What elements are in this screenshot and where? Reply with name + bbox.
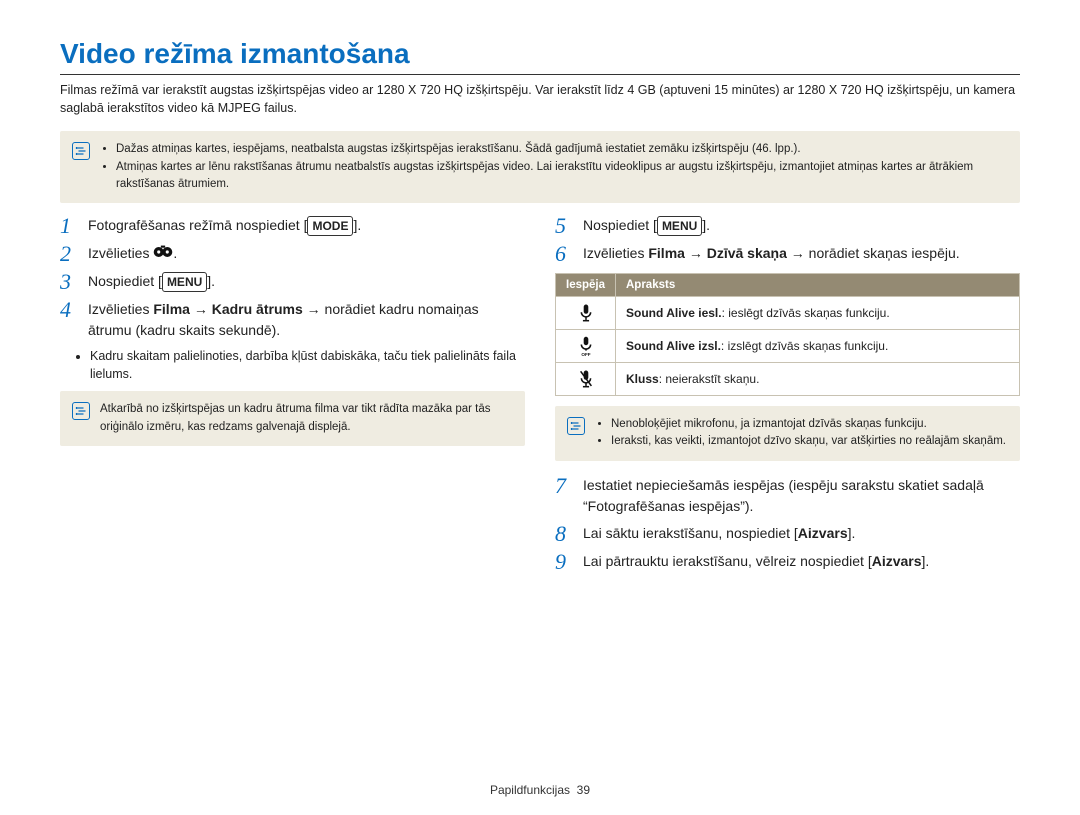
- step-text: Izvēlieties: [583, 245, 648, 261]
- step-number: 5: [555, 215, 571, 237]
- step-6: 6 Izvēlieties Filma → Dzīvā skaņa → norā…: [555, 243, 1020, 265]
- step-number: 3: [60, 271, 76, 293]
- step-text: ].: [922, 553, 930, 569]
- table-header-description: Apraksts: [616, 274, 1020, 297]
- mic-mute-icon: [578, 371, 594, 385]
- step-bold: Aizvars: [798, 525, 848, 541]
- note-item: Nenobloķējiet mikrofonu, ja izmantojat d…: [611, 416, 1006, 433]
- options-table: Iespēja Apraksts Sound Alive iesl.: iesl…: [555, 273, 1020, 396]
- step-text: Izvēlieties: [88, 301, 153, 317]
- step-text: Izvēlieties: [88, 245, 153, 261]
- step-text: →: [685, 245, 707, 261]
- option-desc: : ieslēgt dzīvās skaņas funkciju.: [722, 306, 890, 320]
- table-row: Sound Alive iesl.: ieslēgt dzīvās skaņas…: [556, 297, 1020, 330]
- step-5: 5 Nospiediet [MENU].: [555, 215, 1020, 237]
- note-box-top: Dažas atmiņas kartes, iespējams, neatbal…: [60, 131, 1020, 203]
- step-text: Nospiediet: [88, 273, 158, 289]
- step-bold: Aizvars: [872, 553, 922, 569]
- step-2: 2 Izvēlieties .: [60, 243, 525, 265]
- step-text: → norādiet skaņas iespēju.: [787, 245, 960, 261]
- video-mode-icon: [153, 244, 173, 265]
- page-footer: Papildfunkcijas 39: [0, 783, 1080, 797]
- step-number: 8: [555, 523, 571, 545]
- step-text: Fotografēšanas režīmā nospiediet: [88, 217, 304, 233]
- table-header-option: Iespēja: [556, 274, 616, 297]
- note-box-left: Atkarībā no izšķirtspējas un kadru ātrum…: [60, 391, 525, 446]
- note-text: Atkarībā no izšķirtspējas un kadru ātrum…: [100, 401, 513, 436]
- bullet-item: Kadru skaitam palielinoties, darbība kļū…: [90, 347, 525, 383]
- step-8: 8 Lai sāktu ierakstīšanu, nospiediet [Ai…: [555, 523, 1020, 545]
- note-item: Dažas atmiņas kartes, iespējams, neatbal…: [116, 141, 1008, 158]
- step-bold: Dzīvā skaņa: [707, 245, 787, 261]
- menu-button-label: MENU: [162, 272, 207, 292]
- step-number: 6: [555, 243, 571, 265]
- table-row: Kluss: neierakstīt skaņu.: [556, 363, 1020, 396]
- option-label: Sound Alive iesl.: [626, 306, 722, 320]
- table-row: OFF Sound Alive izsl.: izslēgt dzīvās sk…: [556, 330, 1020, 363]
- step-number: 2: [60, 243, 76, 265]
- option-label: Sound Alive izsl.: [626, 339, 721, 353]
- note-item: Atmiņas kartes ar lēnu rakstīšanas ātrum…: [116, 159, 1008, 194]
- note-icon: [72, 402, 90, 420]
- note-list: Nenobloķējiet mikrofonu, ja izmantojat d…: [595, 416, 1006, 451]
- step-bold: Kadru ātrums: [212, 301, 303, 317]
- step-4-bullets: Kadru skaitam palielinoties, darbība kļū…: [60, 347, 525, 383]
- intro-paragraph: Filmas režīmā var ierakstīt augstas izšķ…: [60, 81, 1020, 117]
- menu-button-label: MENU: [657, 216, 702, 236]
- step-number: 7: [555, 475, 571, 497]
- step-bold: Filma: [648, 245, 685, 261]
- step-text: .: [706, 217, 710, 233]
- footer-section: Papildfunkcijas: [490, 783, 570, 797]
- step-4: 4 Izvēlieties Filma → Kadru ātrums → nor…: [60, 299, 525, 341]
- step-number: 1: [60, 215, 76, 237]
- step-9: 9 Lai pārtrauktu ierakstīšanu, vēlreiz n…: [555, 551, 1020, 573]
- step-text: →: [190, 301, 212, 317]
- step-text: Lai sāktu ierakstīšanu, nospiediet [: [583, 525, 798, 541]
- step-text: Lai pārtrauktu ierakstīšanu, vēlreiz nos…: [583, 553, 872, 569]
- note-list: Dažas atmiņas kartes, iespējams, neatbal…: [100, 141, 1008, 193]
- step-text: .: [211, 273, 215, 289]
- note-item: Ieraksti, kas veikti, izmantojot dzīvo s…: [611, 433, 1006, 450]
- step-text: Iestatiet nepieciešamās iespējas (iespēj…: [583, 475, 1020, 517]
- step-3: 3 Nospiediet [MENU].: [60, 271, 525, 293]
- note-icon: [72, 142, 90, 160]
- step-text: .: [357, 217, 361, 233]
- step-number: 9: [555, 551, 571, 573]
- step-text: ].: [848, 525, 856, 541]
- step-7: 7 Iestatiet nepieciešamās iespējas (iesp…: [555, 475, 1020, 517]
- step-text: .: [173, 245, 177, 261]
- mode-button-label: MODE: [307, 216, 353, 236]
- step-bold: Filma: [153, 301, 190, 317]
- mic-off-icon: OFF: [578, 338, 594, 352]
- note-box-right: Nenobloķējiet mikrofonu, ja izmantojat d…: [555, 406, 1020, 461]
- mic-on-icon: [578, 305, 594, 319]
- footer-page-number: 39: [577, 783, 590, 797]
- option-label: Kluss: [626, 372, 659, 386]
- step-number: 4: [60, 299, 76, 321]
- svg-text:OFF: OFF: [581, 352, 590, 356]
- option-desc: : izslēgt dzīvās skaņas funkciju.: [721, 339, 888, 353]
- note-icon: [567, 417, 585, 435]
- step-1: 1 Fotografēšanas režīmā nospiediet [MODE…: [60, 215, 525, 237]
- step-text: Nospiediet: [583, 217, 653, 233]
- option-desc: : neierakstīt skaņu.: [659, 372, 760, 386]
- page-title: Video režīma izmantošana: [60, 38, 1020, 75]
